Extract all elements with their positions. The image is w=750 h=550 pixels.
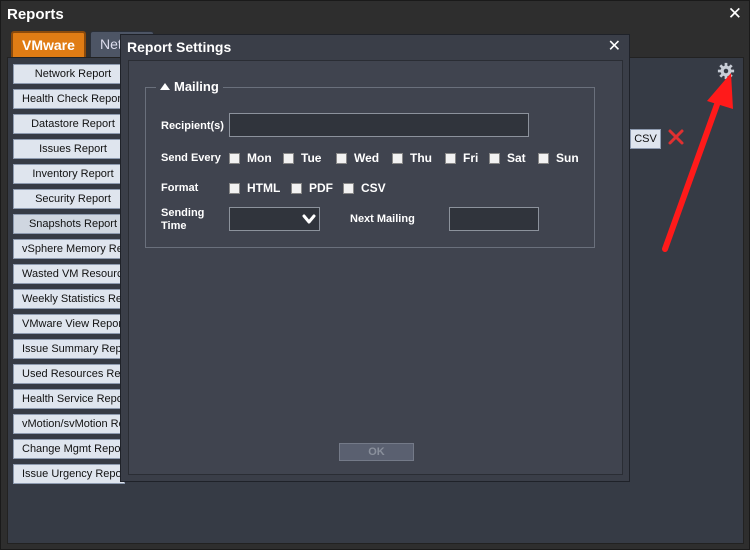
sending-time-label: Sending Time bbox=[161, 207, 204, 233]
ok-button[interactable]: OK bbox=[339, 443, 414, 461]
day-checkbox-fri[interactable]: Fri bbox=[445, 151, 478, 165]
day-label: Mon bbox=[247, 151, 272, 165]
day-label: Tue bbox=[301, 151, 322, 165]
format-label: Format bbox=[161, 182, 199, 194]
day-checkbox-sat[interactable]: Sat bbox=[489, 151, 526, 165]
format-checkbox-csv[interactable]: CSV bbox=[343, 181, 386, 195]
format-label-csv: CSV bbox=[361, 181, 386, 195]
report-button[interactable]: vSphere Memory Report bbox=[13, 239, 125, 259]
day-label: Sat bbox=[507, 151, 526, 165]
day-checkbox-tue[interactable]: Tue bbox=[283, 151, 321, 165]
day-checkbox-wed[interactable]: Wed bbox=[336, 151, 379, 165]
sending-time-label-line2: Time bbox=[161, 220, 187, 232]
report-button[interactable]: Used Resources Report bbox=[13, 364, 125, 384]
format-checkbox-pdf[interactable]: PDF bbox=[291, 181, 333, 195]
mailing-legend[interactable]: Mailing bbox=[156, 79, 223, 94]
format-checkbox-html[interactable]: HTML bbox=[229, 181, 280, 195]
dialog-close-button[interactable]: ✕ bbox=[608, 36, 621, 56]
report-button[interactable]: Network Report bbox=[13, 64, 125, 84]
checkbox-box[interactable] bbox=[445, 152, 456, 164]
report-button[interactable]: Health Check Report bbox=[13, 89, 125, 109]
dialog-body: Mailing Recipient(s) Send Every Mon Tue … bbox=[128, 60, 623, 475]
collapse-triangle-icon bbox=[160, 83, 170, 90]
mailing-title: Mailing bbox=[174, 79, 219, 94]
report-button[interactable]: Health Service Report bbox=[13, 389, 125, 409]
recipients-input[interactable] bbox=[229, 113, 529, 137]
report-button[interactable]: Snapshots Report bbox=[13, 214, 125, 234]
day-label: Fri bbox=[463, 151, 479, 165]
report-button[interactable]: Issue Summary Report bbox=[13, 339, 125, 359]
report-button[interactable]: Security Report bbox=[13, 189, 125, 209]
window-close-button[interactable]: ✕ bbox=[728, 4, 742, 24]
checkbox-box[interactable] bbox=[538, 152, 549, 164]
report-button[interactable]: Issues Report bbox=[13, 139, 125, 159]
checkbox-box[interactable] bbox=[336, 152, 347, 164]
report-button[interactable]: Change Mgmt Report bbox=[13, 439, 125, 459]
checkbox-box[interactable] bbox=[343, 182, 354, 194]
format-label-html: HTML bbox=[247, 181, 281, 195]
report-button[interactable]: Issue Urgency Report bbox=[13, 464, 125, 484]
report-button[interactable]: Inventory Report bbox=[13, 164, 125, 184]
day-label: Sun bbox=[556, 151, 579, 165]
checkbox-box[interactable] bbox=[229, 152, 240, 164]
day-label: Wed bbox=[354, 151, 380, 165]
report-button[interactable]: Wasted VM Resources bbox=[13, 264, 125, 284]
report-button[interactable]: vMotion/svMotion Report bbox=[13, 414, 125, 434]
send-every-label: Send Every bbox=[161, 152, 221, 164]
checkbox-box[interactable] bbox=[291, 182, 302, 194]
sending-time-label-line1: Sending bbox=[161, 207, 205, 219]
checkbox-box[interactable] bbox=[229, 182, 240, 194]
day-checkbox-sun[interactable]: Sun bbox=[538, 151, 579, 165]
window-title: Reports bbox=[7, 6, 64, 23]
next-mailing-field bbox=[449, 207, 539, 231]
chevron-down-icon bbox=[302, 214, 316, 224]
report-button[interactable]: VMware View Report bbox=[13, 314, 125, 334]
checkbox-box[interactable] bbox=[283, 152, 294, 164]
checkbox-box[interactable] bbox=[392, 152, 403, 164]
sending-time-input[interactable] bbox=[229, 207, 301, 231]
tab-vmware[interactable]: VMware bbox=[11, 31, 86, 57]
day-label: Thu bbox=[410, 151, 432, 165]
sending-time-dropdown-button[interactable] bbox=[300, 207, 320, 231]
report-settings-dialog: Report Settings ✕ Mailing Recipient(s) S… bbox=[120, 34, 630, 482]
annotation-arrow bbox=[662, 73, 733, 252]
next-mailing-label: Next Mailing bbox=[350, 213, 415, 225]
mailing-section: Mailing Recipient(s) Send Every Mon Tue … bbox=[145, 79, 595, 248]
format-label-pdf: PDF bbox=[309, 181, 333, 195]
day-checkbox-mon[interactable]: Mon bbox=[229, 151, 272, 165]
checkbox-box[interactable] bbox=[489, 152, 500, 164]
day-checkbox-thu[interactable]: Thu bbox=[392, 151, 432, 165]
dialog-title: Report Settings bbox=[127, 39, 232, 55]
report-button[interactable]: Weekly Statistics Report bbox=[13, 289, 125, 309]
report-list: Network Report Health Check Report Datas… bbox=[13, 64, 125, 489]
report-button[interactable]: Datastore Report bbox=[13, 114, 125, 134]
recipients-label: Recipient(s) bbox=[161, 120, 224, 132]
